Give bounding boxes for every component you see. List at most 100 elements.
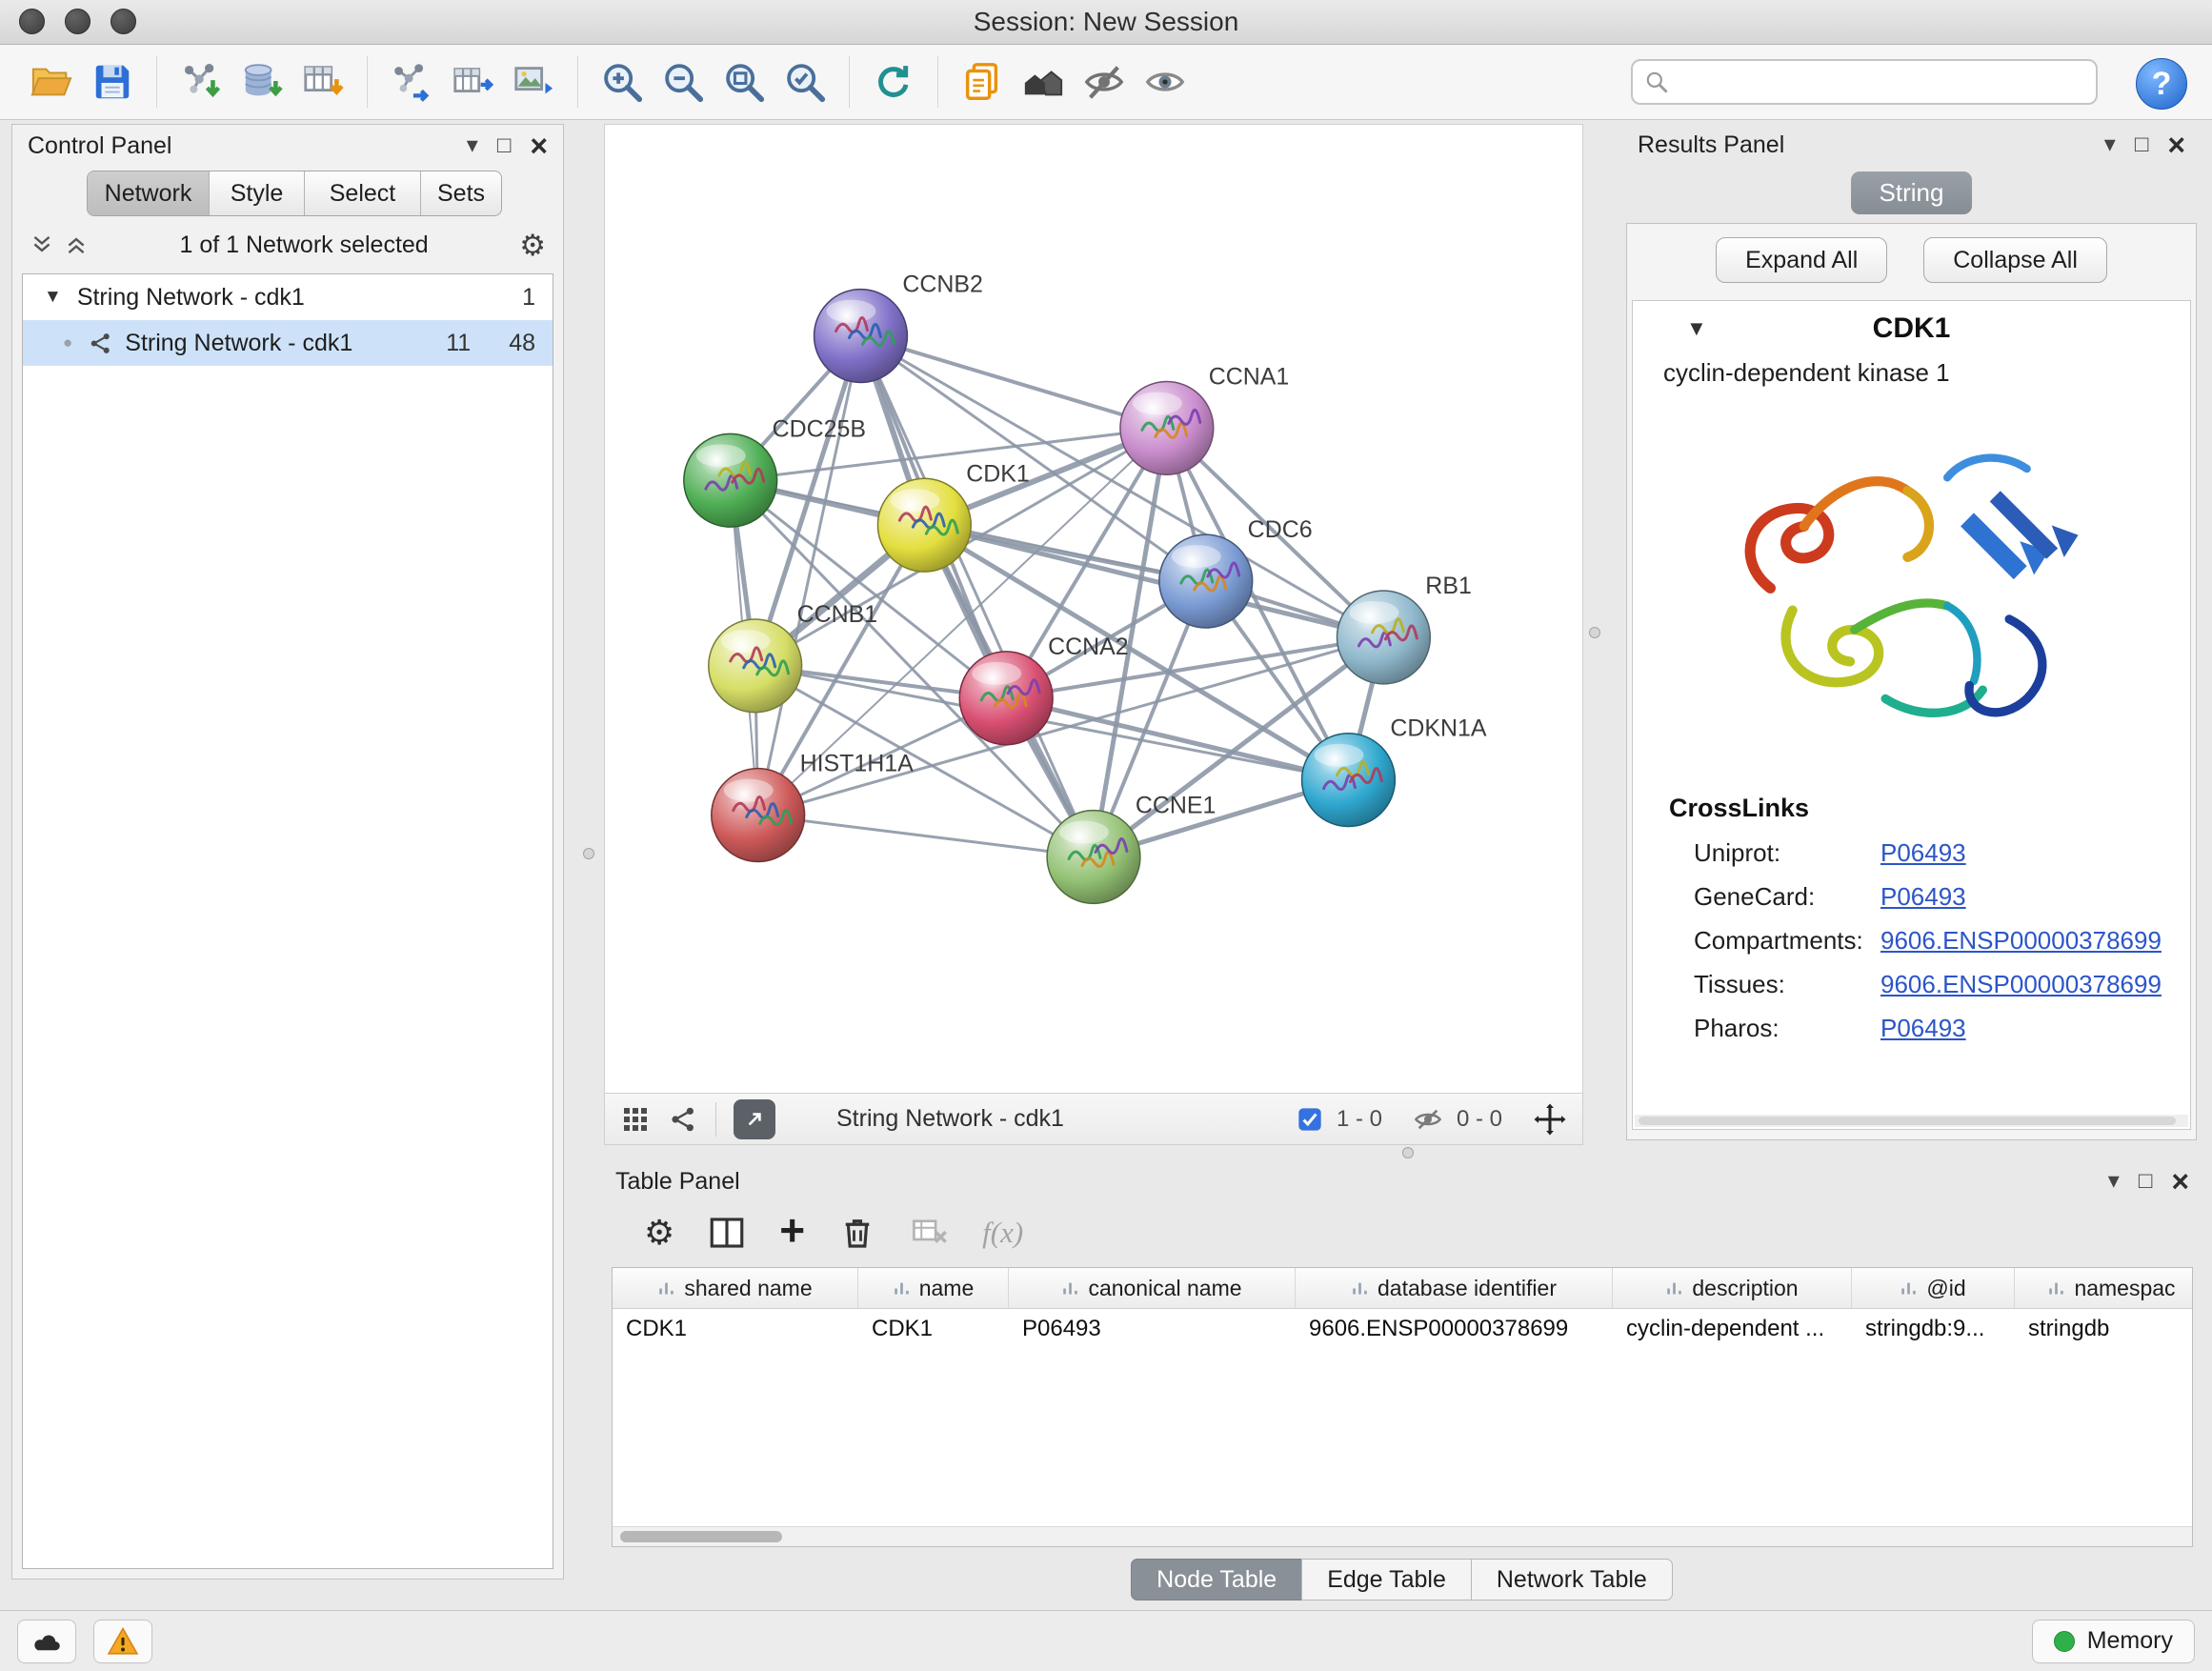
show-columns-icon[interactable]: [707, 1213, 747, 1253]
panel-close-icon[interactable]: ×: [2167, 130, 2185, 160]
open-session-button[interactable]: [21, 51, 82, 112]
table-cell[interactable]: stringdb:9...: [1852, 1309, 2015, 1349]
splitter-handle[interactable]: [1402, 1147, 1414, 1158]
table-settings-gear-icon[interactable]: ⚙: [644, 1216, 674, 1250]
zoom-out-button[interactable]: [653, 51, 714, 112]
save-session-button[interactable]: [82, 51, 143, 112]
table-cell[interactable]: P06493: [1009, 1309, 1296, 1349]
panel-menu-icon[interactable]: ▾: [467, 134, 478, 157]
panel-undock-icon[interactable]: □: [2139, 1170, 2153, 1193]
search-input[interactable]: [1679, 68, 2084, 97]
help-button[interactable]: ?: [2136, 58, 2187, 110]
splitter-handle[interactable]: [583, 848, 594, 859]
export-table-button[interactable]: [442, 51, 503, 112]
selected-checkbox-icon[interactable]: [1297, 1106, 1323, 1133]
network-edge[interactable]: [758, 815, 1094, 857]
node-label: RB1: [1425, 573, 1472, 599]
panel-undock-icon[interactable]: □: [2135, 133, 2149, 156]
table-cell[interactable]: cyclin-dependent ...: [1613, 1309, 1852, 1349]
tab-select[interactable]: Select: [305, 171, 421, 215]
expand-all-button[interactable]: Expand All: [1716, 237, 1887, 283]
protein-entry-card: ▼ CDK1 cyclin-dependent kinase 1: [1632, 300, 2191, 1130]
tab-edge-table[interactable]: Edge Table: [1301, 1559, 1472, 1601]
birdseye-grid-icon[interactable]: [620, 1104, 651, 1135]
import-network-database-button[interactable]: [231, 51, 292, 112]
cloud-status-button[interactable]: [17, 1620, 76, 1663]
network-options-gear-icon[interactable]: ⚙: [519, 231, 546, 260]
zoom-selected-button[interactable]: [774, 51, 835, 112]
crosslink-value-link[interactable]: 9606.ENSP00000378699: [1880, 970, 2162, 999]
panel-close-icon[interactable]: ×: [530, 131, 548, 161]
tab-style[interactable]: Style: [210, 171, 305, 215]
eye-slash-icon: [1082, 60, 1126, 104]
tab-network[interactable]: Network: [88, 171, 210, 215]
open-in-new-window-button[interactable]: [734, 1099, 775, 1139]
pan-crosshair-icon[interactable]: [1533, 1102, 1567, 1137]
collapse-all-button[interactable]: Collapse All: [1923, 237, 2107, 283]
column-header[interactable]: database identifier: [1296, 1268, 1613, 1308]
column-header[interactable]: name: [858, 1268, 1009, 1308]
network-row-selected[interactable]: ● String Network - cdk1 11 48: [23, 320, 553, 366]
zoom-fit-button[interactable]: [714, 51, 774, 112]
panel-menu-icon[interactable]: ▾: [2104, 133, 2116, 156]
results-scrollbar[interactable]: [1635, 1115, 2188, 1127]
network-edge[interactable]: [860, 336, 1094, 857]
column-header[interactable]: namespac: [2015, 1268, 2193, 1308]
node-label: CCNA2: [1048, 634, 1129, 660]
apply-layout-button[interactable]: [863, 51, 924, 112]
export-image-button[interactable]: [503, 51, 564, 112]
entry-expand-icon[interactable]: ▼: [1686, 316, 1707, 341]
column-header[interactable]: description: [1613, 1268, 1852, 1308]
crosslink-value-link[interactable]: P06493: [1880, 1014, 1966, 1043]
network-from-selection-button[interactable]: [381, 51, 442, 112]
tab-network-table[interactable]: Network Table: [1471, 1559, 1673, 1601]
node-highlight: [1133, 392, 1182, 414]
table-cell[interactable]: CDK1: [613, 1309, 858, 1349]
hidden-eye-slash-icon[interactable]: [1413, 1104, 1443, 1135]
add-column-icon[interactable]: +: [779, 1208, 805, 1252]
network-edge[interactable]: [860, 336, 1166, 429]
tree-expand-icon[interactable]: ▼: [44, 287, 62, 308]
memory-button[interactable]: Memory: [2032, 1620, 2195, 1663]
warnings-button[interactable]: [93, 1620, 152, 1663]
expand-all-icon[interactable]: [64, 232, 89, 257]
crosslink-value-link[interactable]: 9606.ENSP00000378699: [1880, 926, 2162, 956]
protein-entry-header[interactable]: ▼ CDK1: [1633, 301, 2190, 356]
new-network-icon: [390, 60, 433, 104]
table-cell[interactable]: 9606.ENSP00000378699: [1296, 1309, 1613, 1349]
network-canvas[interactable]: CCNB2CCNA1CDC25BCDK1CDC6RB1CCNB1CCNA2CDK…: [605, 125, 1582, 1093]
network-edge[interactable]: [758, 336, 861, 815]
tab-sets[interactable]: Sets: [421, 171, 501, 215]
table-horizontal-scrollbar[interactable]: [613, 1526, 2192, 1546]
import-table-button[interactable]: [292, 51, 353, 112]
control-panel-tabs: NetworkStyleSelectSets: [87, 171, 502, 216]
panel-undock-icon[interactable]: □: [497, 134, 512, 157]
zoom-in-button[interactable]: [592, 51, 653, 112]
panel-menu-icon[interactable]: ▾: [2108, 1170, 2120, 1193]
import-network-file-button[interactable]: [171, 51, 231, 112]
crosslink-value-link[interactable]: P06493: [1880, 882, 1966, 912]
tab-string[interactable]: String: [1851, 171, 1973, 214]
table-cell[interactable]: stringdb: [2015, 1309, 2193, 1349]
network-list: ▼ String Network - cdk1 1 ● String Netwo…: [22, 273, 553, 1569]
column-header[interactable]: canonical name: [1009, 1268, 1296, 1308]
table-cell[interactable]: CDK1: [858, 1309, 1009, 1349]
delete-column-trash-icon[interactable]: [837, 1213, 877, 1253]
network-collection-row[interactable]: ▼ String Network - cdk1 1: [23, 274, 553, 320]
splitter-handle[interactable]: [1589, 627, 1600, 638]
scrollbar-thumb[interactable]: [620, 1531, 782, 1542]
collapse-all-icon[interactable]: [30, 232, 54, 257]
share-network-button[interactable]: [952, 51, 1013, 112]
node-label: CCNA1: [1209, 363, 1290, 390]
crosslink-value-link[interactable]: P06493: [1880, 838, 1966, 868]
annotation-eye-button[interactable]: [1074, 51, 1135, 112]
panel-close-icon[interactable]: ×: [2171, 1166, 2189, 1197]
graphics-details-button[interactable]: [1135, 51, 1196, 112]
network-share-icon[interactable]: [668, 1104, 698, 1135]
table-row[interactable]: CDK1CDK1P064939606.ENSP00000378699cyclin…: [613, 1309, 2192, 1349]
network-edge[interactable]: [924, 525, 1383, 637]
home-button[interactable]: [1013, 51, 1074, 112]
column-header[interactable]: shared name: [613, 1268, 858, 1308]
tab-node-table[interactable]: Node Table: [1131, 1559, 1302, 1601]
column-header[interactable]: @id: [1852, 1268, 2015, 1308]
